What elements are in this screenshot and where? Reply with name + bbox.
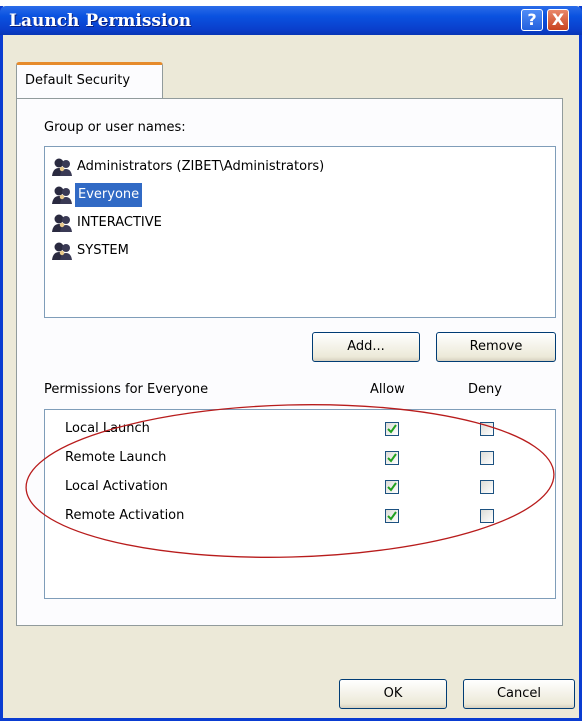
remote-launch-deny-checkbox[interactable] — [480, 451, 494, 465]
remove-button[interactable]: Remove — [436, 332, 556, 362]
permissions-list: Local Launch Remote Launch Local Activat… — [44, 409, 556, 599]
local-activation-deny-checkbox[interactable] — [480, 480, 494, 494]
local-launch-allow-checkbox[interactable] — [385, 422, 399, 436]
permission-local-activation-label: Local Activation — [65, 479, 168, 494]
help-button[interactable]: ? — [521, 9, 543, 31]
users-group-icon — [52, 158, 72, 176]
ok-button[interactable]: OK — [339, 679, 447, 709]
checkmark-icon — [387, 511, 397, 521]
local-launch-deny-checkbox[interactable] — [480, 422, 494, 436]
permission-remote-launch-label: Remote Launch — [65, 450, 167, 465]
window-title: Launch Permission — [9, 11, 192, 31]
users-group-icon — [52, 242, 72, 260]
group-user-list[interactable]: Administrators (ZIBET\Administrators) Ev… — [44, 146, 556, 318]
permission-local-launch-label: Local Launch — [65, 421, 150, 436]
remote-launch-allow-checkbox[interactable] — [385, 451, 399, 465]
list-item-label: Everyone — [75, 183, 143, 207]
remote-activation-deny-checkbox[interactable] — [480, 509, 494, 523]
cancel-button[interactable]: Cancel — [463, 679, 575, 709]
list-item-label: SYSTEM — [77, 243, 129, 258]
checkmark-icon — [387, 424, 397, 434]
deny-column-header: Deny — [468, 382, 502, 397]
title-bar[interactable]: Launch Permission ? X — [0, 6, 582, 35]
allow-column-header: Allow — [370, 382, 405, 397]
permissions-label: Permissions for Everyone — [44, 382, 209, 397]
list-item-label: INTERACTIVE — [77, 215, 162, 230]
group-list-label: Group or user names: — [44, 120, 186, 135]
tab-default-security[interactable]: Default Security — [16, 62, 163, 99]
list-item-label: Administrators (ZIBET\Administrators) — [77, 159, 325, 174]
permission-remote-activation-label: Remote Activation — [65, 508, 185, 523]
checkmark-icon — [387, 482, 397, 492]
remote-activation-allow-checkbox[interactable] — [385, 509, 399, 523]
add-button[interactable]: Add... — [312, 332, 420, 362]
users-group-icon — [52, 186, 72, 204]
local-activation-allow-checkbox[interactable] — [385, 480, 399, 494]
tab-label: Default Security — [25, 73, 131, 88]
checkmark-icon — [387, 453, 397, 463]
users-group-icon — [52, 214, 72, 232]
close-button[interactable]: X — [547, 9, 569, 31]
